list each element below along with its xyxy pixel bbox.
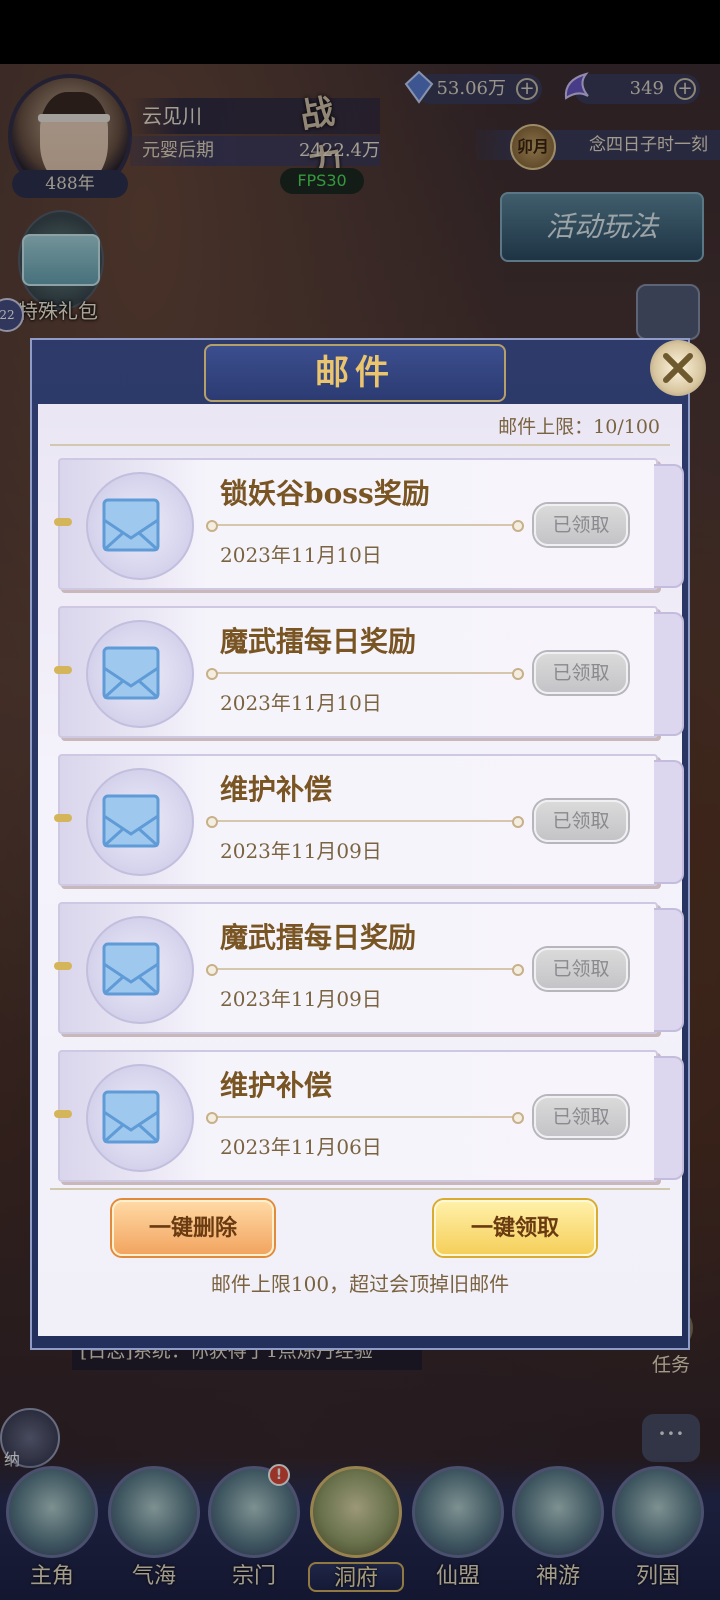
close-icon[interactable] — [650, 340, 706, 396]
mail-icon-circle — [86, 768, 194, 876]
claimed-button[interactable]: 已领取 — [534, 652, 628, 694]
mail-icon-circle — [86, 916, 194, 1024]
claimed-button[interactable]: 已领取 — [534, 948, 628, 990]
mail-divider — [206, 816, 524, 828]
mail-tab-edge — [654, 760, 684, 884]
pin-icon — [54, 518, 72, 526]
mail-title: 锁妖谷boss奖励 — [220, 477, 430, 510]
envelope-open-icon — [102, 498, 160, 552]
mail-icon-circle — [86, 472, 194, 580]
pin-icon — [54, 962, 72, 970]
mail-item[interactable]: 维护补偿 2023年11月06日 已领取 — [54, 1050, 684, 1182]
envelope-open-icon — [102, 794, 160, 848]
mail-title: 魔武擂每日奖励 — [220, 625, 417, 658]
mail-date: 2023年11月10日 — [220, 691, 382, 715]
status-strip — [0, 0, 720, 64]
pin-icon — [54, 1110, 72, 1118]
mail-date: 2023年11月06日 — [220, 1135, 382, 1159]
mail-item[interactable]: 魔武擂每日奖励 2023年11月09日 已领取 — [54, 902, 684, 1034]
envelope-open-icon — [102, 646, 160, 700]
divider — [50, 444, 670, 446]
pin-icon — [54, 814, 72, 822]
mail-divider — [206, 964, 524, 976]
envelope-open-icon — [102, 1090, 160, 1144]
pin-icon — [54, 666, 72, 674]
mail-item[interactable]: 锁妖谷boss奖励 2023年11月10日 已领取 — [54, 458, 684, 590]
mail-title: 维护补偿 — [220, 773, 333, 806]
mail-tab-edge — [654, 612, 684, 736]
mail-icon-circle — [86, 620, 194, 728]
claim-all-button[interactable]: 一键领取 — [434, 1200, 596, 1256]
mail-title: 维护补偿 — [220, 1069, 333, 1102]
mail-tab-edge — [654, 1056, 684, 1180]
mail-divider — [206, 668, 524, 680]
mail-icon-circle — [86, 1064, 194, 1172]
claimed-button[interactable]: 已领取 — [534, 504, 628, 546]
dialog-title: 邮件 — [204, 344, 506, 402]
envelope-open-icon — [102, 942, 160, 996]
mail-item[interactable]: 维护补偿 2023年11月09日 已领取 — [54, 754, 684, 886]
mail-divider — [206, 1112, 524, 1124]
mail-limit: 邮件上限：10/100 — [498, 416, 660, 438]
mail-date: 2023年11月09日 — [220, 839, 382, 863]
mail-limit-note: 邮件上限100，超过会顶掉旧邮件 — [210, 1272, 510, 1296]
mail-item[interactable]: 魔武擂每日奖励 2023年11月10日 已领取 — [54, 606, 684, 738]
mail-divider — [206, 520, 524, 532]
mail-tab-edge — [654, 908, 684, 1032]
divider — [50, 1188, 670, 1190]
mail-date: 2023年11月09日 — [220, 987, 382, 1011]
mail-tab-edge — [654, 464, 684, 588]
delete-all-button[interactable]: 一键删除 — [112, 1200, 274, 1256]
claimed-button[interactable]: 已领取 — [534, 800, 628, 842]
mail-date: 2023年11月10日 — [220, 543, 382, 567]
mail-title: 魔武擂每日奖励 — [220, 921, 417, 954]
claimed-button[interactable]: 已领取 — [534, 1096, 628, 1138]
